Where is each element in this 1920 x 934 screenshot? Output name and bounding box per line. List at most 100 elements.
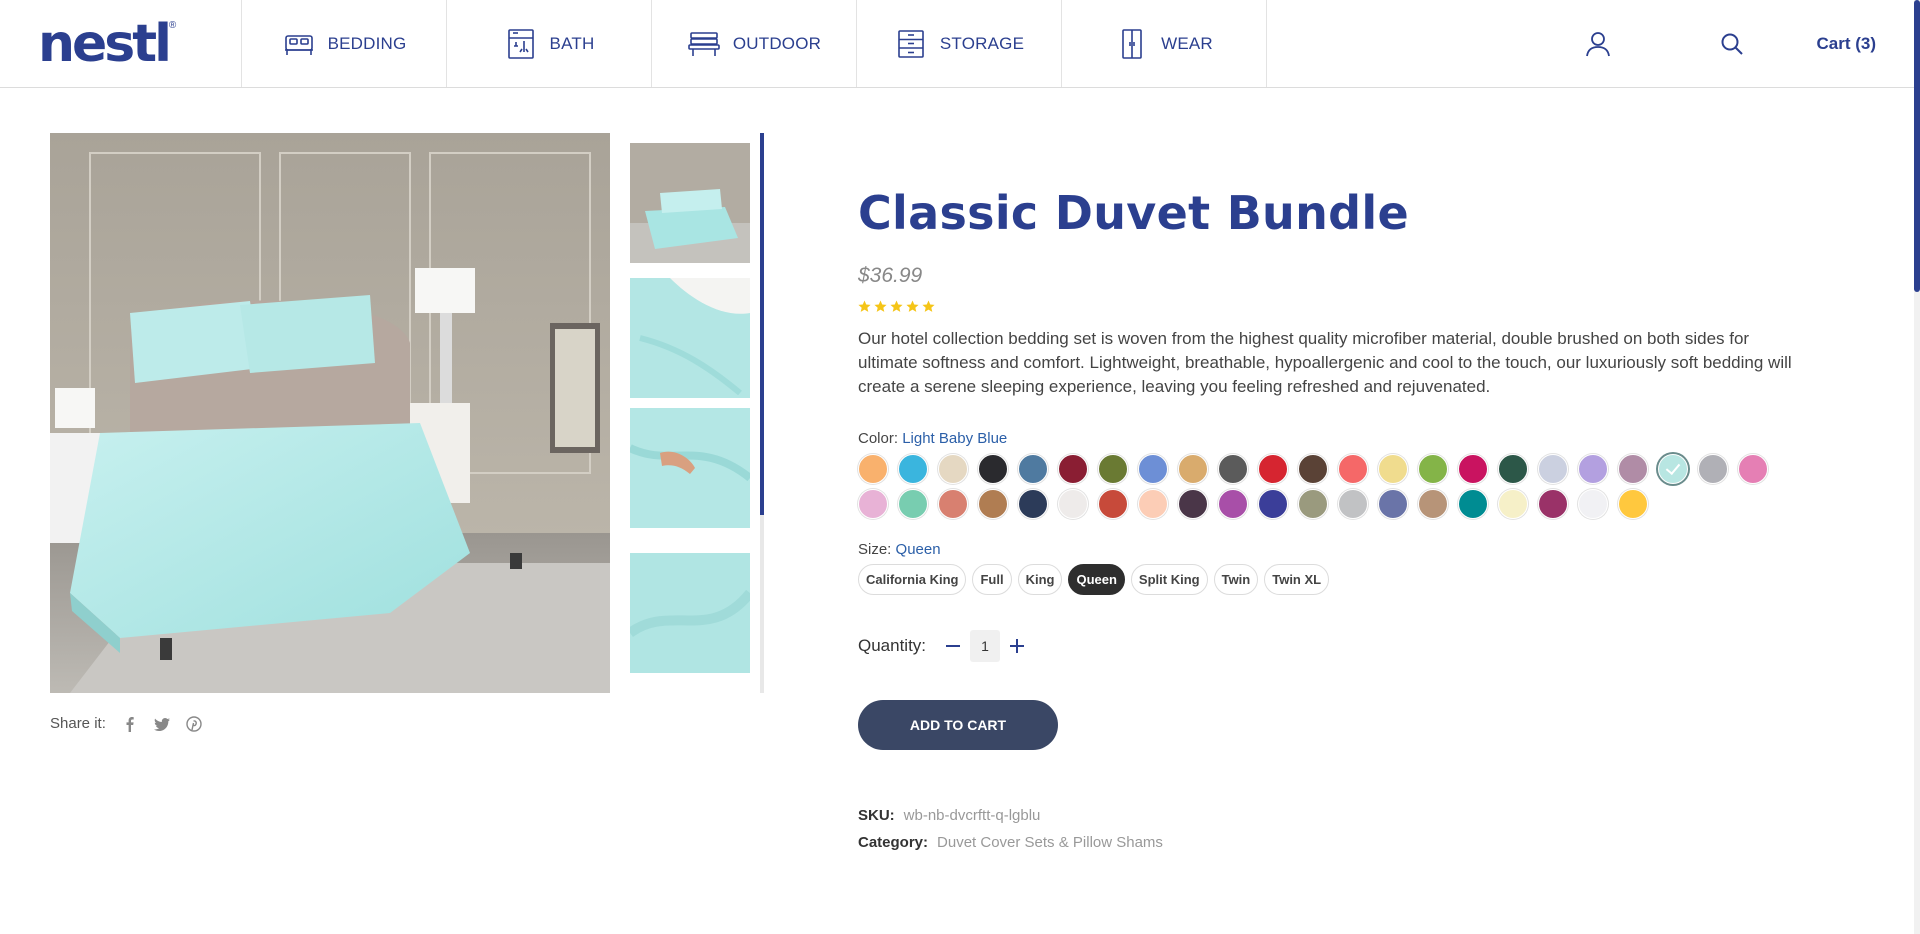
size-option-queen[interactable]: Queen [1068,564,1125,595]
color-swatch[interactable] [1298,454,1328,484]
nav-item-outdoor[interactable]: OUTDOOR [652,0,857,87]
color-swatch[interactable] [1618,489,1648,519]
thumbnail-list [630,133,765,693]
color-swatch[interactable] [1258,454,1288,484]
color-swatch[interactable] [1498,454,1528,484]
size-option-label: Size: Queen [858,541,1798,558]
size-option-full[interactable]: Full [972,564,1012,595]
thumbnail-4[interactable] [630,553,750,673]
brand-logo[interactable]: nestl ® [0,0,242,87]
thumbnail-1-image [630,143,750,263]
bedroom-photo [50,133,610,693]
color-swatch[interactable] [1058,489,1088,519]
color-swatch[interactable] [938,489,968,519]
shower-icon [507,28,534,59]
product-meta: SKU: wb-nb-dvcrftt-q-lgblu Category: Duvet… [858,802,1798,856]
color-swatch[interactable] [1618,454,1648,484]
nav-item-bedding[interactable]: BEDDING [242,0,447,87]
color-swatch[interactable] [1058,454,1088,484]
color-swatch[interactable] [1698,454,1728,484]
nav-label-outdoor: OUTDOOR [732,33,822,53]
nav-item-bath[interactable]: BATH [447,0,652,87]
category-value[interactable]: Duvet Cover Sets & Pillow Shams [937,834,1163,851]
color-swatch[interactable] [1018,489,1048,519]
color-swatch[interactable] [1538,454,1568,484]
quantity-input[interactable] [970,630,1001,662]
color-swatch[interactable] [1658,454,1688,484]
color-swatch[interactable] [1378,454,1408,484]
color-swatch[interactable] [1218,454,1248,484]
color-value: Light Baby Blue [902,430,1008,447]
main-product-image[interactable] [50,133,610,693]
color-swatch[interactable] [898,489,928,519]
color-swatch[interactable] [1498,489,1528,519]
color-swatch[interactable] [1298,489,1328,519]
color-swatches [858,454,1778,519]
search-icon[interactable] [1718,30,1746,58]
minus-icon[interactable] [944,637,962,655]
color-swatch[interactable] [1258,489,1288,519]
star-icon [874,300,887,312]
cart-link[interactable]: Cart (3) [1816,34,1876,54]
color-swatch[interactable] [1218,489,1248,519]
color-swatch[interactable] [1418,489,1448,519]
nav-label-storage: STORAGE [939,33,1025,53]
user-icon[interactable] [1584,30,1612,58]
header-actions: Cart (3) [1584,0,1876,87]
color-swatch[interactable] [1098,454,1128,484]
color-swatch[interactable] [1098,489,1128,519]
nav-item-storage[interactable]: STORAGE [857,0,1062,87]
size-options: California King Full King Queen Split Ki… [858,564,1798,595]
color-swatch[interactable] [1738,454,1768,484]
size-value: Queen [895,541,941,558]
color-swatch[interactable] [938,454,968,484]
color-swatch[interactable] [1338,489,1368,519]
color-swatch[interactable] [898,454,928,484]
facebook-icon[interactable] [122,716,138,732]
thumbnail-2-image [630,278,750,398]
size-option-twin-xl[interactable]: Twin XL [1264,564,1330,595]
color-swatch[interactable] [1138,489,1168,519]
thumbnail-2[interactable] [630,278,750,398]
color-swatch[interactable] [1458,489,1488,519]
sku-value: wb-nb-dvcrftt-q-lgblu [903,807,1041,824]
drawers-icon [898,29,924,58]
thumbnail-1[interactable] [630,143,750,263]
rating-stars[interactable] [858,300,1798,313]
sku-row: SKU: wb-nb-dvcrftt-q-lgblu [858,802,1798,829]
color-swatch[interactable] [1178,454,1208,484]
sku-label: SKU: [858,807,895,824]
color-swatch[interactable] [978,454,1008,484]
page-scrollbar-thumb[interactable] [1914,0,1920,292]
add-to-cart-button[interactable]: ADD TO CART [858,700,1058,750]
size-option-split-king[interactable]: Split King [1130,564,1208,595]
quantity-stepper: Quantity: [858,630,1798,662]
thumbnail-4-image [630,553,750,673]
thumbnail-scroll-thumb[interactable] [760,133,764,515]
twitter-icon[interactable] [153,716,170,732]
color-swatch[interactable] [1018,454,1048,484]
plus-icon[interactable] [1008,637,1026,655]
color-swatch[interactable] [858,454,888,484]
size-option-california-king[interactable]: California King [858,564,967,595]
size-option-king[interactable]: King [1017,564,1063,595]
nav-item-wear[interactable]: WEAR [1062,0,1267,87]
color-swatch[interactable] [1458,454,1488,484]
star-icon [922,300,935,312]
color-swatch[interactable] [1338,454,1368,484]
thumbnail-3[interactable] [630,408,750,528]
color-swatch[interactable] [1138,454,1168,484]
color-swatch[interactable] [1538,489,1568,519]
color-swatch[interactable] [978,489,1008,519]
size-option-twin[interactable]: Twin [1213,564,1259,595]
color-swatch[interactable] [1378,489,1408,519]
share-row: Share it: [50,715,202,732]
color-swatch[interactable] [1178,489,1208,519]
pinterest-icon[interactable] [186,715,202,732]
product-title: Classic Duvet Bundle [858,186,1409,240]
star-icon [858,300,871,312]
color-swatch[interactable] [1578,489,1608,519]
color-swatch[interactable] [1418,454,1448,484]
color-swatch[interactable] [858,489,888,519]
color-swatch[interactable] [1578,454,1608,484]
